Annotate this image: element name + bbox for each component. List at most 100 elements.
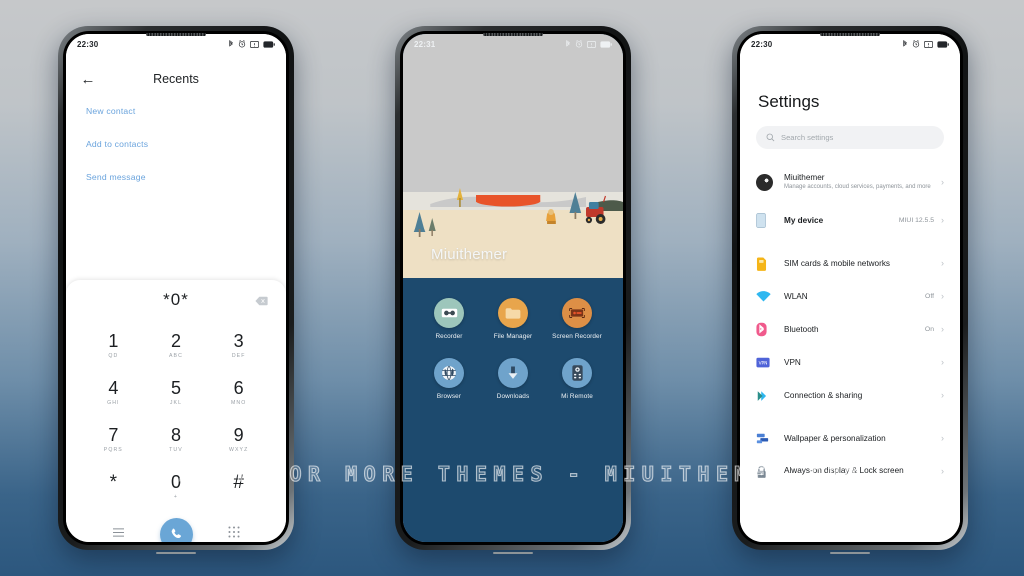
key-star[interactable]: *	[82, 463, 145, 510]
row-body: VPN	[780, 358, 941, 367]
keypad-icon[interactable]	[228, 525, 240, 542]
connection-sharing-icon	[756, 390, 780, 402]
app-label: Recorder	[435, 333, 463, 340]
call-button[interactable]	[159, 517, 193, 542]
app-label: Mi Remote	[561, 392, 593, 400]
chevron-right-icon: ›	[941, 357, 944, 367]
row-label: VPN	[784, 358, 801, 367]
row-subtitle: Manage accounts, cloud services, payment…	[784, 184, 931, 191]
phone-right-inner: 22:30 Settings Search settings Miuitheme…	[737, 31, 963, 545]
phone-center-inner: Miuithemer Recorder File Manager Screen …	[400, 31, 626, 545]
app-grid: Recorder File Manager Screen Recorder Br…	[417, 298, 609, 401]
download-arrow-icon	[498, 357, 528, 388]
key-digit: 7	[108, 425, 119, 445]
key-hash[interactable]: #	[207, 463, 270, 510]
key-4[interactable]: 4 GHI	[82, 369, 145, 416]
settings-row-connection-sharing[interactable]: Connection & sharing ›	[740, 379, 960, 412]
key-0[interactable]: 0 +	[145, 463, 208, 510]
status-bar-left: 22:30	[66, 34, 286, 54]
wallpaper-icon	[756, 432, 780, 445]
row-body: Wallpaper & personalization	[780, 434, 941, 443]
key-digit: 3	[233, 331, 244, 351]
settings-row-bluetooth[interactable]: Bluetooth On ›	[740, 313, 960, 346]
add-to-contacts-link[interactable]: Add to contacts	[86, 139, 268, 149]
earpiece-grille	[146, 33, 206, 36]
app-recorder[interactable]: Recorder	[417, 298, 481, 342]
bottom-speaker-line	[830, 552, 870, 554]
key-letters: TUV	[169, 447, 183, 453]
app-downloads[interactable]: Downloads	[481, 357, 545, 402]
menu-icon[interactable]	[112, 525, 125, 542]
row-body: Always-on display & Lock screen	[780, 465, 941, 477]
dialer-header: ← Recents	[66, 64, 286, 94]
key-letters: DEF	[231, 353, 246, 359]
key-digit: 2	[170, 331, 181, 351]
key-1[interactable]: 1 QD	[82, 322, 145, 369]
key-digit: 8	[170, 425, 181, 445]
row-body: My device	[780, 216, 899, 225]
home-screen: Miuithemer Recorder File Manager Screen …	[403, 34, 623, 542]
settings-row-sim-cards[interactable]: SIM cards & mobile networks ›	[740, 247, 960, 280]
new-contact-link[interactable]: New contact	[86, 106, 268, 116]
settings-row-vpn[interactable]: VPN VPN ›	[740, 346, 960, 379]
alarm-icon	[575, 40, 583, 48]
key-letters: MNO	[230, 400, 247, 406]
key-9[interactable]: 9 WXYZ	[207, 416, 270, 463]
sim-alert-icon	[250, 40, 259, 48]
wallpaper-label: Miuithemer	[431, 246, 508, 263]
settings-row-my-device[interactable]: My device MIUI 12.5.5 ›	[740, 204, 960, 237]
alarm-icon	[238, 40, 246, 48]
folder-icon	[498, 298, 528, 328]
dialed-number: *0*	[163, 290, 189, 309]
contact-actions: New contact Add to contacts Send message	[86, 106, 268, 205]
chevron-right-icon: ›	[941, 291, 944, 301]
sim-alert-icon	[924, 40, 933, 48]
chevron-right-icon: ›	[941, 215, 944, 225]
key-letters: PQRS	[103, 447, 123, 453]
chevron-right-icon: ›	[941, 176, 944, 187]
backspace-icon[interactable]	[255, 293, 268, 311]
row-body: WLAN	[780, 292, 925, 301]
account-avatar	[756, 173, 780, 191]
key-5[interactable]: 5 JKL	[145, 369, 208, 416]
chevron-right-icon: ›	[941, 433, 944, 443]
app-mi-remote[interactable]: Mi Remote	[545, 357, 609, 402]
key-letters: WXYZ	[228, 447, 249, 453]
call-icon	[171, 528, 181, 538]
remote-icon	[562, 357, 592, 388]
app-label: Downloads	[496, 392, 530, 400]
key-8[interactable]: 8 TUV	[145, 416, 208, 463]
list-divider-gap	[740, 237, 960, 247]
send-message-link[interactable]: Send message	[86, 172, 268, 182]
app-file-manager[interactable]: File Manager	[481, 298, 545, 342]
settings-row-wlan[interactable]: WLAN Off ›	[740, 280, 960, 313]
bluetooth-icon	[566, 40, 570, 47]
app-screen-recorder[interactable]: Screen Recorder	[545, 298, 609, 342]
search-icon	[766, 133, 775, 142]
status-clock: 22:30	[751, 39, 773, 49]
key-3[interactable]: 3 DEF	[207, 322, 270, 369]
search-input[interactable]: Search settings	[756, 126, 944, 149]
row-body: Bluetooth	[780, 325, 925, 334]
key-digit: 1	[108, 331, 119, 351]
key-2[interactable]: 2 ABC	[145, 322, 208, 369]
settings-row-wallpaper[interactable]: Wallpaper & personalization ›	[740, 422, 960, 455]
settings-row-account[interactable]: Miuithemer Manage accounts, cloud servic…	[740, 160, 960, 204]
row-label: My device	[784, 216, 824, 225]
row-label: Connection & sharing	[784, 391, 863, 400]
key-7[interactable]: 7 PQRS	[82, 416, 145, 463]
app-browser[interactable]: Browser	[417, 357, 481, 402]
recorder-icon	[434, 298, 464, 328]
key-letters: GHI	[107, 400, 120, 406]
row-body: Miuithemer Manage accounts, cloud servic…	[780, 173, 941, 192]
status-bar-center: 22:31	[403, 34, 623, 54]
dialpad-panel: *0* 1 QD 2 ABC 3 DEF 4 GHI 5 JKL 6 MNO 7 PQRS 8…	[66, 280, 286, 542]
key-6[interactable]: 6 MNO	[207, 369, 270, 416]
app-label: Screen Recorder	[552, 333, 602, 340]
row-label: Wallpaper & personalization	[784, 434, 886, 443]
phone-right: 22:30 Settings Search settings Miuitheme…	[732, 26, 968, 554]
settings-screen: Settings Search settings Miuithemer Mana…	[740, 34, 960, 542]
globe-icon	[434, 357, 464, 388]
sim-alert-icon	[587, 40, 596, 48]
settings-row-aod-lock[interactable]: Always-on display & Lock screen ›	[740, 455, 960, 488]
